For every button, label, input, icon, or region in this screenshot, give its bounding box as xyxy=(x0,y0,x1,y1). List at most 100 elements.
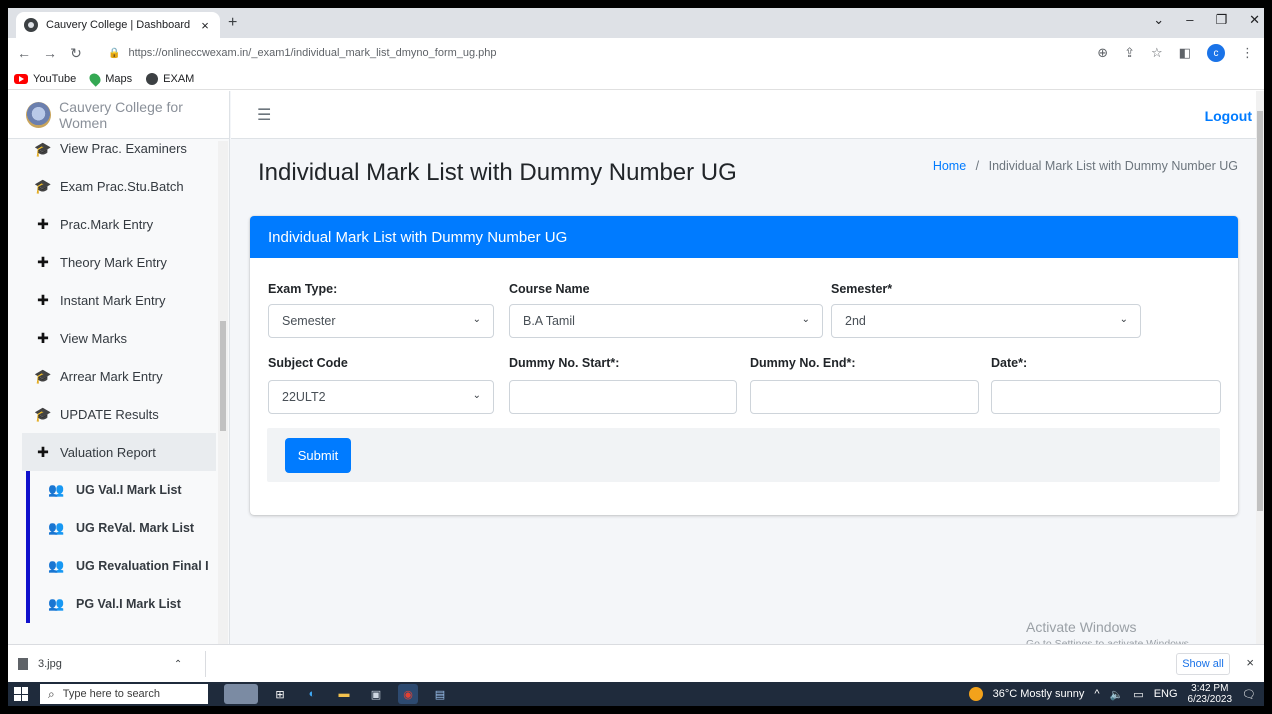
notification-icon[interactable]: 🗨 xyxy=(1242,688,1256,701)
news-widget-icon[interactable] xyxy=(224,684,258,704)
bookmark-exam[interactable]: EXAM xyxy=(146,72,194,85)
chevron-up-icon[interactable]: ⌃ xyxy=(174,659,182,670)
menu-icon[interactable]: ⋮ xyxy=(1241,45,1254,61)
breadcrumb-home-link[interactable]: Home xyxy=(933,159,966,173)
sidebar-item-label: UPDATE Results xyxy=(60,406,159,422)
share-icon[interactable]: ⇪ xyxy=(1124,45,1135,61)
hamburger-menu-icon[interactable]: ☰ xyxy=(257,105,271,125)
page-scroll-thumb[interactable] xyxy=(1257,111,1263,511)
windows-start-icon[interactable] xyxy=(14,687,28,701)
weather-text[interactable]: 36°C Mostly sunny xyxy=(993,688,1085,700)
system-tray: 36°C Mostly sunny ^ 🔈 ▭ ENG 3:42 PM 6/23… xyxy=(968,682,1256,706)
sidebar-subitem-label: UG Revaluation Final I xyxy=(76,559,209,573)
logout-link[interactable]: Logout xyxy=(1205,108,1252,124)
sidebar-item-view-prac-examiners[interactable]: 🎓 View Prac. Examiners xyxy=(22,141,216,167)
breadcrumb-separator: / xyxy=(975,159,980,173)
zoom-icon[interactable]: ⊕ xyxy=(1097,45,1108,61)
exam-type-label: Exam Type: xyxy=(268,282,338,296)
browser-tab[interactable]: Cauvery College | Dashboard × xyxy=(16,12,220,38)
bookmark-maps[interactable]: Maps xyxy=(87,70,132,87)
tray-chevron-icon[interactable]: ^ xyxy=(1094,688,1099,700)
taskbar-search-placeholder: Type here to search xyxy=(62,688,160,700)
sidebar-menu: 🎓 View Prac. Examiners 🎓 Exam Prac.Stu.B… xyxy=(22,141,216,623)
dummy-end-label: Dummy No. End*: xyxy=(750,356,856,370)
sidebar-item-arrear-mark-entry[interactable]: 🎓 Arrear Mark Entry xyxy=(22,357,216,395)
sidebar-item-exam-prac-stu-batch[interactable]: 🎓 Exam Prac.Stu.Batch xyxy=(22,167,216,205)
sidebar-item-label: Instant Mark Entry xyxy=(60,292,166,308)
photos-icon[interactable]: ▤ xyxy=(430,684,450,704)
sidebar-item-label: Prac.Mark Entry xyxy=(60,216,154,232)
store-icon[interactable]: ▣ xyxy=(366,684,386,704)
profile-avatar[interactable]: c xyxy=(1207,44,1225,62)
bookmark-youtube[interactable]: YouTube xyxy=(14,73,76,85)
course-name-value: B.A Tamil xyxy=(523,314,575,328)
user-plus-icon: 👥 xyxy=(48,520,65,535)
plus-icon: ✚ xyxy=(37,329,49,346)
tab-search-icon[interactable]: ⌄ xyxy=(1153,12,1164,28)
forward-icon[interactable]: → xyxy=(40,45,60,61)
show-all-button[interactable]: Show all xyxy=(1176,653,1230,675)
download-item[interactable]: 3.jpg ⌃ xyxy=(14,651,206,677)
sidebar-subitem-ug-val-mark-list[interactable]: 👥 UG Val.I Mark List xyxy=(26,471,216,509)
sidebar-subitem-ug-revaluation-final[interactable]: 👥 UG Revaluation Final I xyxy=(26,547,216,585)
graduation-cap-icon: 🎓 xyxy=(34,141,52,157)
graduation-cap-icon: 🎓 xyxy=(34,405,52,422)
exam-type-select[interactable]: Semester ⌄ xyxy=(268,304,494,338)
dummy-start-input[interactable] xyxy=(509,380,737,414)
sidebar-scrollbar[interactable] xyxy=(218,141,228,644)
bookmark-star-icon[interactable]: ☆ xyxy=(1151,45,1163,61)
sidebar-item-label: Arrear Mark Entry xyxy=(60,368,163,384)
taskbar-apps: ⊞ ◐ ▬ ▣ ◉ ▤ xyxy=(224,684,450,704)
submit-button[interactable]: Submit xyxy=(285,438,351,473)
form-card: Individual Mark List with Dummy Number U… xyxy=(250,216,1238,515)
task-view-icon[interactable]: ⊞ xyxy=(270,684,290,704)
side-panel-icon[interactable]: ◧ xyxy=(1179,45,1191,61)
clock-date: 6/23/2023 xyxy=(1187,694,1233,705)
sidebar-item-theory-mark-entry[interactable]: ✚ Theory Mark Entry xyxy=(22,243,216,281)
sidebar-item-valuation-report[interactable]: ✚ Valuation Report xyxy=(22,433,216,471)
toolbar-actions: ⊕ ⇪ ☆ ◧ c ⋮ xyxy=(1097,44,1254,62)
chevron-down-icon: ⌄ xyxy=(1119,314,1128,325)
language-indicator[interactable]: ENG xyxy=(1154,688,1178,700)
sidebar-scroll-thumb[interactable] xyxy=(220,321,226,431)
screen: Cauvery College | Dashboard × + ⌄ – ❐ ✕ … xyxy=(8,8,1264,706)
window-controls: ⌄ – ❐ ✕ xyxy=(1153,12,1260,28)
semester-select[interactable]: 2nd ⌄ xyxy=(831,304,1141,338)
sidebar-item-instant-mark-entry[interactable]: ✚ Instant Mark Entry xyxy=(22,281,216,319)
sidebar-item-view-marks[interactable]: ✚ View Marks xyxy=(22,319,216,357)
taskbar-search-box[interactable]: ⌕ Type here to search xyxy=(40,684,208,704)
address-bar[interactable]: 🔒 https://onlineccwexam.in/_exam1/indivi… xyxy=(108,41,1088,65)
tab-close-icon[interactable]: × xyxy=(198,18,212,33)
user-plus-icon: 👥 xyxy=(48,596,65,611)
sidebar-subitem-pg-val-mark-list[interactable]: 👥 PG Val.I Mark List xyxy=(26,585,216,623)
network-icon[interactable]: ▭ xyxy=(1133,688,1143,701)
dummy-end-input[interactable] xyxy=(750,380,979,414)
file-explorer-icon[interactable]: ▬ xyxy=(334,684,354,704)
brand-link[interactable]: Cauvery College for Women xyxy=(8,91,229,139)
sidebar-item-update-results[interactable]: 🎓 UPDATE Results xyxy=(22,395,216,433)
sidebar-subitem-ug-reval-mark-list[interactable]: 👥 UG ReVal. Mark List xyxy=(26,509,216,547)
speaker-icon[interactable]: 🔈 xyxy=(1110,688,1124,701)
sidebar: Cauvery College for Women 🎓 View Prac. E… xyxy=(8,91,230,644)
sidebar-item-prac-mark-entry[interactable]: ✚ Prac.Mark Entry xyxy=(22,205,216,243)
college-logo xyxy=(26,101,52,128)
back-icon[interactable]: ← xyxy=(14,45,34,61)
plus-icon: ✚ xyxy=(37,215,49,232)
reload-icon[interactable]: ↻ xyxy=(66,45,86,62)
sidebar-item-label: View Prac. Examiners xyxy=(60,141,187,156)
minimize-icon[interactable]: – xyxy=(1186,12,1193,28)
sidebar-item-label: Valuation Report xyxy=(60,444,156,460)
course-name-select[interactable]: B.A Tamil ⌄ xyxy=(509,304,823,338)
date-input[interactable] xyxy=(991,380,1221,414)
restore-icon[interactable]: ❐ xyxy=(1215,12,1227,28)
close-window-icon[interactable]: ✕ xyxy=(1249,12,1260,28)
download-filename: 3.jpg xyxy=(38,658,62,670)
clock[interactable]: 3:42 PM 6/23/2023 xyxy=(1188,683,1233,705)
edge-icon[interactable]: ◐ xyxy=(302,684,322,704)
subject-code-select[interactable]: 22ULT2 ⌄ xyxy=(268,380,494,414)
chrome-icon[interactable]: ◉ xyxy=(398,684,418,704)
download-bar-close-icon[interactable]: × xyxy=(1246,655,1254,670)
new-tab-button[interactable]: + xyxy=(228,14,237,32)
page-scrollbar[interactable] xyxy=(1256,91,1264,644)
search-icon: ⌕ xyxy=(48,686,55,701)
